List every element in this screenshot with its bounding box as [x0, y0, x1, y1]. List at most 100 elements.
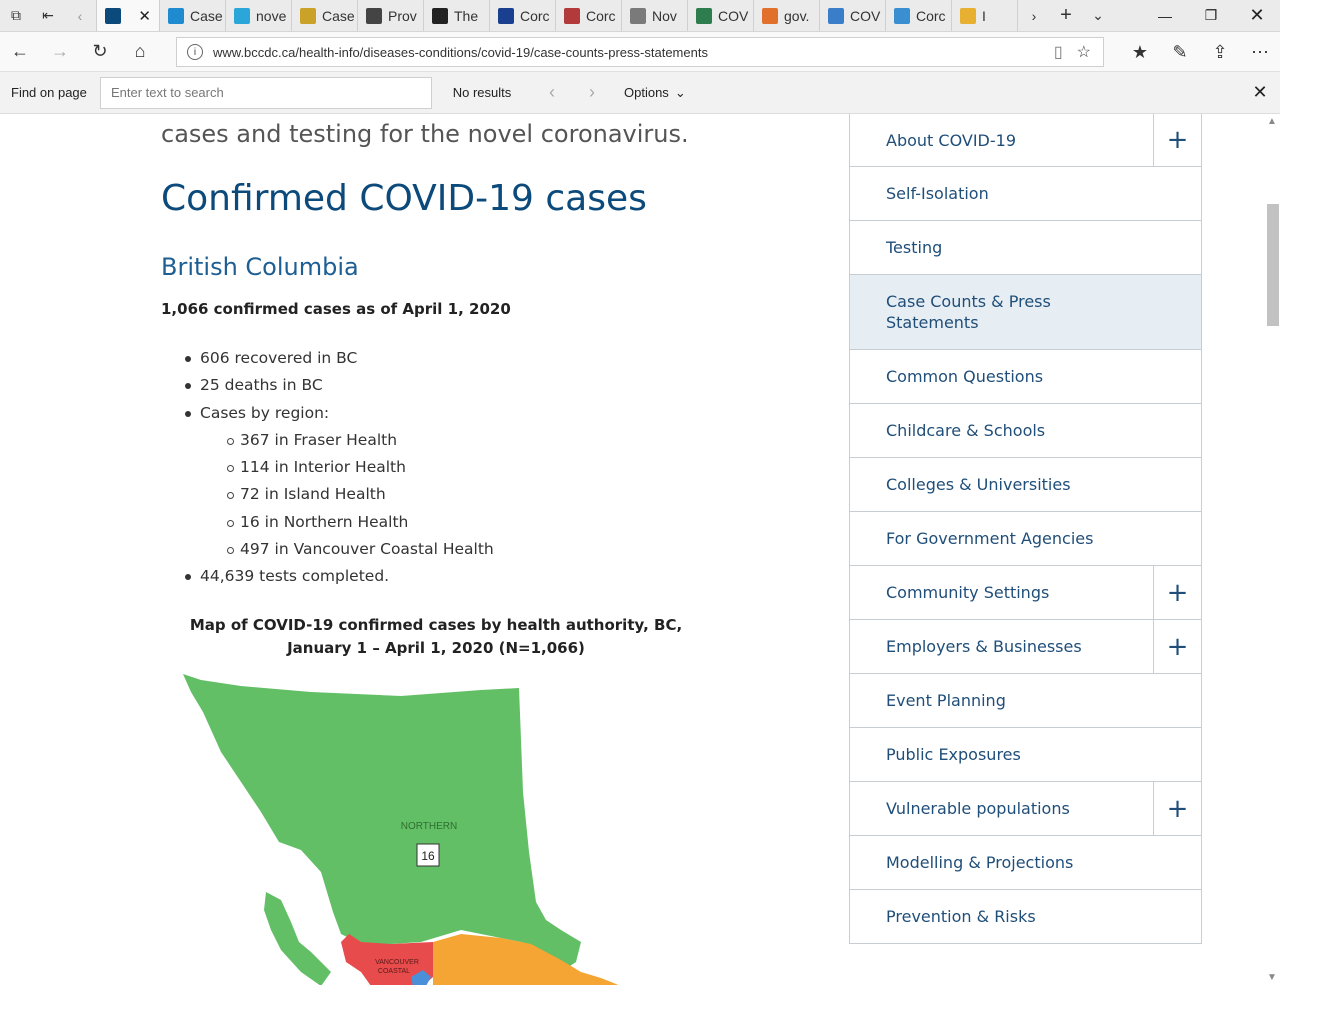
sidebar-item-employers-businesses[interactable]: Employers & Businesses +	[850, 620, 1201, 674]
tab-favicon-icon	[696, 7, 712, 24]
share-icon[interactable]: ⇪	[1200, 32, 1240, 72]
find-next-icon[interactable]: ›	[572, 82, 612, 103]
tab[interactable]: I	[952, 0, 1018, 31]
web-note-icon[interactable]: ✎	[1160, 32, 1200, 72]
tab[interactable]: Prov	[358, 0, 424, 31]
tab-close-icon[interactable]: ✕	[138, 7, 151, 25]
tab[interactable]: Case	[292, 0, 358, 31]
close-window-icon[interactable]: ✕	[1234, 0, 1280, 32]
map-title-line-1: Map of COVID-19 confirmed cases by healt…	[189, 616, 683, 634]
site-info-icon[interactable]: i	[187, 44, 203, 60]
tab-scroll-left-icon[interactable]: ‹	[64, 0, 96, 31]
expand-plus-icon[interactable]: +	[1153, 566, 1201, 619]
tab[interactable]: Corc	[556, 0, 622, 31]
sidebar-item-label: Colleges & Universities	[886, 475, 1071, 494]
reading-view-icon[interactable]: ▯	[1054, 42, 1063, 62]
find-input[interactable]	[100, 76, 432, 109]
back-icon[interactable]: ←	[0, 32, 40, 72]
tab[interactable]: gov.	[754, 0, 820, 31]
favorites-hub-icon[interactable]: ★	[1120, 32, 1160, 72]
forward-icon[interactable]: →	[40, 32, 80, 72]
find-label: Find on page	[11, 85, 87, 100]
sidebar-item-testing[interactable]: Testing	[850, 221, 1201, 275]
find-previous-icon[interactable]: ‹	[532, 82, 572, 103]
favorite-star-icon[interactable]: ☆	[1077, 42, 1091, 62]
sidebar-item-for-government-agencies[interactable]: For Government Agencies	[850, 512, 1201, 566]
tab[interactable]: nove	[226, 0, 292, 31]
sidebar-item-case-counts-press-statements[interactable]: Case Counts & Press Statements	[850, 275, 1201, 350]
more-menu-icon[interactable]: ⋯	[1240, 32, 1280, 72]
tab[interactable]: Corc	[886, 0, 952, 31]
tab[interactable]: COV	[688, 0, 754, 31]
restore-icon[interactable]: ❐	[1188, 0, 1234, 32]
health-authority-map: NORTHERN 16 VANCOUVER COASTAL	[183, 674, 619, 985]
sidebar-item-common-questions[interactable]: Common Questions	[850, 350, 1201, 404]
page-scrollbar[interactable]: ▲ ▼	[1264, 114, 1280, 985]
window-controls: — ❐ ✕	[1142, 0, 1280, 31]
tab-manager-icon[interactable]: ⧉	[0, 0, 32, 31]
minimize-icon[interactable]: —	[1142, 0, 1188, 32]
sidebar-item-colleges-universities[interactable]: Colleges & Universities	[850, 458, 1201, 512]
tab[interactable]: COV	[820, 0, 886, 31]
sidebar-item-label: Testing	[886, 238, 943, 257]
address-input[interactable]: i www.bccdc.ca/health-info/diseases-cond…	[176, 37, 1104, 67]
sidebar-item-childcare-schools[interactable]: Childcare & Schools	[850, 404, 1201, 458]
tab[interactable]: Corc	[490, 0, 556, 31]
sidebar-item-label: Event Planning	[886, 691, 1006, 710]
tab-label: nove	[256, 7, 287, 24]
section-heading: British Columbia	[161, 253, 359, 281]
sidebar-item-community-settings[interactable]: Community Settings +	[850, 566, 1201, 620]
vancouver-label-2: COASTAL	[378, 968, 410, 975]
sidebar-item-label: Self-Isolation	[886, 184, 989, 203]
sidebar-item-modelling-projections[interactable]: Modelling & Projections	[850, 836, 1201, 890]
scroll-thumb[interactable]	[1267, 204, 1279, 326]
address-bar-row: ← → ↻ ⌂ i www.bccdc.ca/health-info/disea…	[0, 32, 1280, 72]
sidebar-item-label: Vulnerable populations	[886, 799, 1070, 818]
tab-list-chevron-icon[interactable]: ⌄	[1082, 0, 1114, 31]
tab-favicon-icon	[432, 7, 448, 24]
tab-active[interactable]: ✕	[96, 0, 160, 31]
scroll-down-icon[interactable]: ▼	[1264, 972, 1280, 983]
sidebar-item-label: Community Settings	[886, 583, 1050, 602]
sidebar-item-about-covid-19[interactable]: About COVID-19 +	[850, 114, 1201, 167]
tab-scroll-right-icon[interactable]: ›	[1018, 0, 1050, 31]
sidebar-item-public-exposures[interactable]: Public Exposures	[850, 728, 1201, 782]
tab-favicon-icon	[498, 7, 514, 24]
sidebar-item-prevention-risks[interactable]: Prevention & Risks	[850, 890, 1201, 943]
tab[interactable]: Nov	[622, 0, 688, 31]
find-results: No results	[452, 85, 512, 100]
sidebar-item-self-isolation[interactable]: Self-Isolation	[850, 167, 1201, 221]
page-viewport: cases and testing for the novel coronavi…	[0, 114, 1264, 985]
find-options-button[interactable]: Options ⌄	[624, 85, 686, 101]
tab-label: Case	[190, 7, 223, 24]
expand-plus-icon[interactable]: +	[1153, 782, 1201, 835]
tab-label: The	[454, 7, 479, 24]
set-tabs-aside-icon[interactable]: ⇤	[32, 0, 64, 31]
list-item: 44,639 tests completed.	[185, 564, 494, 591]
map-title-line-2: January 1 – April 1, 2020 (N=1,066)	[287, 639, 585, 657]
tab-favicon-icon	[564, 7, 580, 24]
sidebar-item-label: Common Questions	[886, 367, 1044, 386]
tab-label: Prov	[388, 7, 417, 24]
refresh-icon[interactable]: ↻	[80, 32, 120, 72]
scroll-up-icon[interactable]: ▲	[1264, 116, 1280, 127]
expand-plus-icon[interactable]: +	[1153, 620, 1201, 673]
list-item: 25 deaths in BC	[185, 373, 494, 400]
region-item: 367 in Fraser Health	[185, 428, 494, 455]
expand-plus-icon[interactable]: +	[1153, 114, 1201, 166]
find-bar: Find on page No results ‹ › Options ⌄ ✕	[0, 72, 1280, 114]
tab-favicon-icon	[234, 7, 250, 24]
sidebar-item-label: Modelling & Projections	[886, 853, 1074, 872]
tab-label: COV	[850, 7, 881, 24]
sidebar-item-event-planning[interactable]: Event Planning	[850, 674, 1201, 728]
tab-strip: ✕ Case nove Case Prov The Corc Corc Nov COV gov. CO…	[96, 0, 1018, 31]
new-tab-icon[interactable]: +	[1050, 0, 1082, 31]
home-icon[interactable]: ⌂	[120, 32, 160, 72]
tab[interactable]: Case	[160, 0, 226, 31]
url-text: www.bccdc.ca/health-info/diseases-condit…	[213, 44, 708, 60]
close-find-icon[interactable]: ✕	[1240, 82, 1280, 103]
list-item: 606 recovered in BC	[185, 346, 494, 373]
tab[interactable]: The	[424, 0, 490, 31]
vancouver-label-1: VANCOUVER	[375, 959, 419, 966]
sidebar-item-vulnerable-populations[interactable]: Vulnerable populations +	[850, 782, 1201, 836]
